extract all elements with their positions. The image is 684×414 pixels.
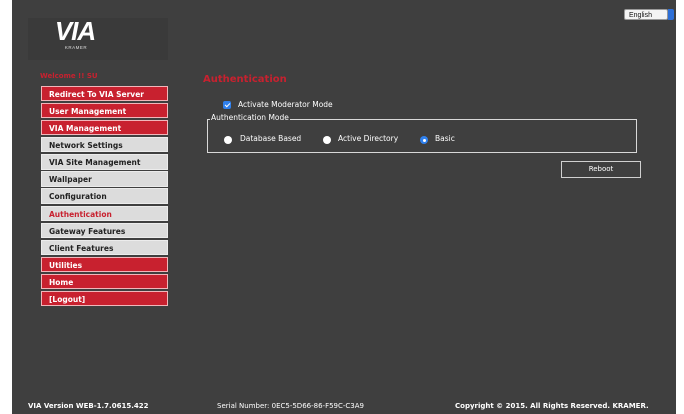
radio-active-directory[interactable]: [323, 136, 331, 144]
moderator-mode-checkbox[interactable]: [223, 101, 231, 109]
radio-basic[interactable]: [420, 136, 428, 144]
nav-item-via-management[interactable]: VIA Management: [41, 120, 168, 136]
authentication-mode-legend: Authentication Mode: [210, 113, 290, 122]
nav-item-network-settings[interactable]: Network Settings: [41, 137, 168, 153]
reboot-button[interactable]: Reboot: [561, 161, 641, 178]
nav-item-redirect-to-via-server[interactable]: Redirect To VIA Server: [41, 86, 168, 102]
nav-item-configuration[interactable]: Configuration: [41, 188, 168, 204]
nav-item-client-features[interactable]: Client Features: [41, 239, 168, 255]
radio-label-database-based[interactable]: Database Based: [240, 134, 301, 143]
language-select[interactable]: English: [624, 9, 668, 20]
logo-subtext: KRAMER: [64, 45, 88, 50]
nav-item-logout[interactable]: [Logout]: [41, 290, 168, 307]
nav-item-utilities[interactable]: Utilities: [41, 256, 168, 272]
nav-item-gateway-features[interactable]: Gateway Features: [41, 222, 168, 238]
nav-item-wallpaper[interactable]: Wallpaper: [41, 171, 168, 187]
welcome-text: Welcome !! SU: [40, 72, 98, 80]
nav-item-home[interactable]: Home: [41, 273, 168, 290]
sidebar-nav: Redirect To VIA Server User Management V…: [41, 86, 168, 308]
radio-label-active-directory[interactable]: Active Directory: [338, 134, 398, 143]
serial-number-text: Serial Number: 0EC5-5D66-86-F59C-C3A9: [217, 402, 364, 410]
version-text: VIA Version WEB-1.7.0615.422: [28, 402, 149, 410]
nav-item-user-management[interactable]: User Management: [41, 103, 168, 119]
moderator-mode-label[interactable]: Activate Moderator Mode: [238, 100, 333, 109]
nav-item-via-site-management[interactable]: VIA Site Management: [41, 154, 168, 170]
copyright-text: Copyright © 2015. All Rights Reserved. K…: [455, 402, 649, 410]
page-title: Authentication: [203, 74, 287, 85]
dropdown-arrow-icon[interactable]: [668, 9, 674, 20]
radio-database-based[interactable]: [224, 136, 232, 144]
nav-item-authentication[interactable]: Authentication: [41, 205, 168, 221]
logo-text: VIA: [54, 16, 96, 46]
radio-label-basic[interactable]: Basic: [435, 134, 455, 143]
